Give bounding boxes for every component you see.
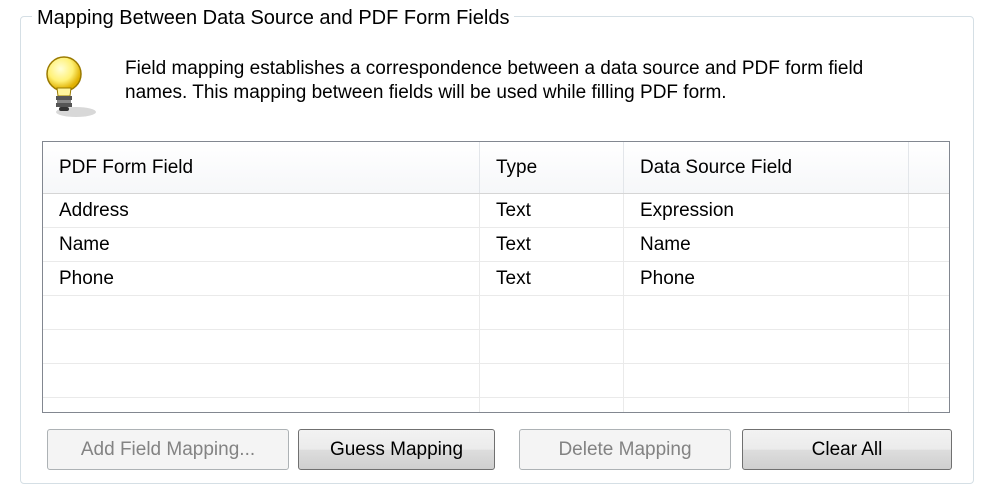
empty-row <box>43 296 949 330</box>
empty-cell <box>480 296 624 329</box>
empty-cell <box>480 364 624 397</box>
empty-row <box>43 330 949 364</box>
column-header-pdf-form-field[interactable]: PDF Form Field <box>43 142 480 193</box>
cell-pdf-form-field: Name <box>43 228 480 261</box>
lightbulb-icon <box>40 52 98 122</box>
delete-mapping-button[interactable]: Delete Mapping <box>519 429 731 470</box>
cell-type: Text <box>480 228 624 261</box>
cell-type: Text <box>480 194 624 227</box>
table-row[interactable]: Address Text Expression <box>43 194 949 228</box>
empty-row <box>43 398 949 412</box>
empty-cell <box>43 296 480 329</box>
empty-cell <box>624 296 909 329</box>
cell-pdf-form-field: Phone <box>43 262 480 295</box>
group-title: Mapping Between Data Source and PDF Form… <box>32 6 515 30</box>
empty-cell <box>624 330 909 363</box>
guess-mapping-button[interactable]: Guess Mapping <box>298 429 495 470</box>
cell-type: Text <box>480 262 624 295</box>
empty-cell <box>624 398 909 412</box>
hint-text: Field mapping establishes a corresponden… <box>125 57 965 105</box>
column-header-type[interactable]: Type <box>480 142 624 193</box>
empty-cell <box>43 330 480 363</box>
empty-cell <box>43 398 480 412</box>
hint-line-1: Field mapping establishes a corresponden… <box>125 58 864 79</box>
empty-cell <box>480 330 624 363</box>
column-header-data-source-field[interactable]: Data Source Field <box>624 142 909 193</box>
add-field-mapping-button[interactable]: Add Field Mapping... <box>47 429 289 470</box>
cell-data-source-field: Phone <box>624 262 909 295</box>
empty-row <box>43 364 949 398</box>
empty-cell <box>43 364 480 397</box>
column-header-filler <box>909 142 949 193</box>
table-header: PDF Form Field Type Data Source Field <box>43 142 949 194</box>
mapping-table[interactable]: PDF Form Field Type Data Source Field Ad… <box>42 141 950 413</box>
table-row[interactable]: Name Text Name <box>43 228 949 262</box>
hint-line-2: names. This mapping between fields will … <box>125 82 727 103</box>
cell-pdf-form-field: Address <box>43 194 480 227</box>
cell-data-source-field: Expression <box>624 194 909 227</box>
table-row[interactable]: Phone Text Phone <box>43 262 949 296</box>
empty-cell <box>624 364 909 397</box>
cell-data-source-field: Name <box>624 228 909 261</box>
empty-cell <box>480 398 624 412</box>
clear-all-button[interactable]: Clear All <box>742 429 952 470</box>
